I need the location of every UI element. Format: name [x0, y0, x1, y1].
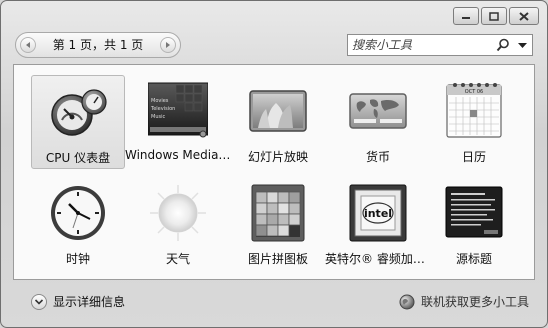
next-page-button[interactable]	[160, 37, 176, 53]
toolbar: 第 1 页，共 1 页	[1, 32, 547, 60]
footer: 显示详细信息 联机获取更多小工具	[1, 287, 547, 317]
gadget-label: 货币	[365, 150, 390, 164]
gadget-label: 源标题	[455, 252, 492, 266]
maximize-button[interactable]	[481, 7, 507, 25]
minimize-button[interactable]	[453, 7, 479, 25]
gadget-label: 天气	[165, 252, 190, 266]
gadget-label: 时钟	[65, 252, 90, 266]
show-details-toggle[interactable]: 显示详细信息	[31, 293, 125, 310]
gadget-tile-cpu-meter[interactable]: CPU 仪表盘	[31, 75, 125, 169]
feed-headlines-icon	[445, 186, 503, 238]
show-details-label: 显示详细信息	[53, 295, 126, 309]
expand-details-icon	[31, 293, 47, 310]
gadget-label: 日历	[461, 150, 486, 164]
intel-chip-icon: intel	[349, 184, 407, 242]
gadget-tile-calendar[interactable]: OCT 06 日历	[427, 75, 521, 169]
gadget-label: 幻灯片放映	[247, 150, 308, 164]
gadgets-window: 第 1 页，共 1 页 搜索小工具 CPU 仪表盘 Movies Televis…	[0, 0, 548, 328]
gadget-label: Windows Media Center	[125, 148, 231, 162]
gadget-tile-clock[interactable]: 时钟	[31, 177, 125, 271]
slideshow-icon	[249, 90, 307, 132]
picture-puzzle-icon	[251, 184, 305, 242]
get-more-gadgets-label: 联机获取更多小工具	[420, 295, 529, 309]
media-center-icon-television: Television	[150, 106, 175, 112]
calendar-icon: OCT 06	[446, 83, 502, 138]
gadget-tile-picture-puzzle[interactable]: 图片拼图板	[231, 177, 325, 271]
search-box	[347, 34, 533, 56]
search-icon[interactable]	[496, 38, 510, 52]
chevron-left-icon	[26, 42, 30, 48]
page-label: 第 1 页，共 1 页	[52, 38, 144, 52]
gadget-label: 图片拼图板	[247, 252, 308, 266]
gadget-tile-weather[interactable]: 天气	[131, 177, 225, 271]
currency-icon	[349, 93, 407, 129]
intel-icon-text: intel	[364, 207, 392, 220]
gadget-tile-currency[interactable]: 货币	[331, 75, 425, 169]
maximize-icon	[489, 11, 499, 21]
search-input[interactable]	[352, 36, 492, 54]
globe-icon	[399, 294, 415, 309]
calendar-icon-month: OCT 06	[465, 89, 483, 95]
minimize-icon	[462, 17, 470, 19]
media-center-icon-music: Music	[151, 114, 165, 120]
gadget-label: CPU 仪表盘	[45, 151, 111, 165]
gadget-tile-feed-headlines[interactable]: 源标题	[427, 177, 521, 271]
chevron-down-icon[interactable]	[518, 43, 527, 49]
gadget-tile-slideshow[interactable]: 幻灯片放映	[231, 75, 325, 169]
gadget-tile-intel-turbo[interactable]: intel 英特尔® 睿频加速技术监视器	[325, 177, 431, 271]
close-button[interactable]	[509, 7, 539, 25]
chevron-right-icon	[166, 42, 170, 48]
window-controls	[453, 7, 539, 25]
gadget-label: 英特尔® 睿频加速技术监视器	[325, 252, 431, 266]
page-navigator: 第 1 页，共 1 页	[15, 32, 181, 58]
media-center-icon-movies: Movies	[151, 98, 169, 104]
previous-page-button[interactable]	[20, 37, 36, 53]
media-center-icon: Movies Television Music	[148, 82, 208, 138]
gadget-tile-media-center[interactable]: Movies Television Music Windows Media Ce…	[125, 75, 231, 169]
gadget-gallery: CPU 仪表盘 Movies Television Music Windows …	[13, 64, 535, 280]
get-more-gadgets-link[interactable]: 联机获取更多小工具	[399, 293, 529, 310]
cpu-meter-icon	[51, 89, 107, 136]
clock-icon	[51, 186, 105, 240]
weather-icon	[150, 185, 206, 241]
close-icon	[519, 11, 529, 21]
